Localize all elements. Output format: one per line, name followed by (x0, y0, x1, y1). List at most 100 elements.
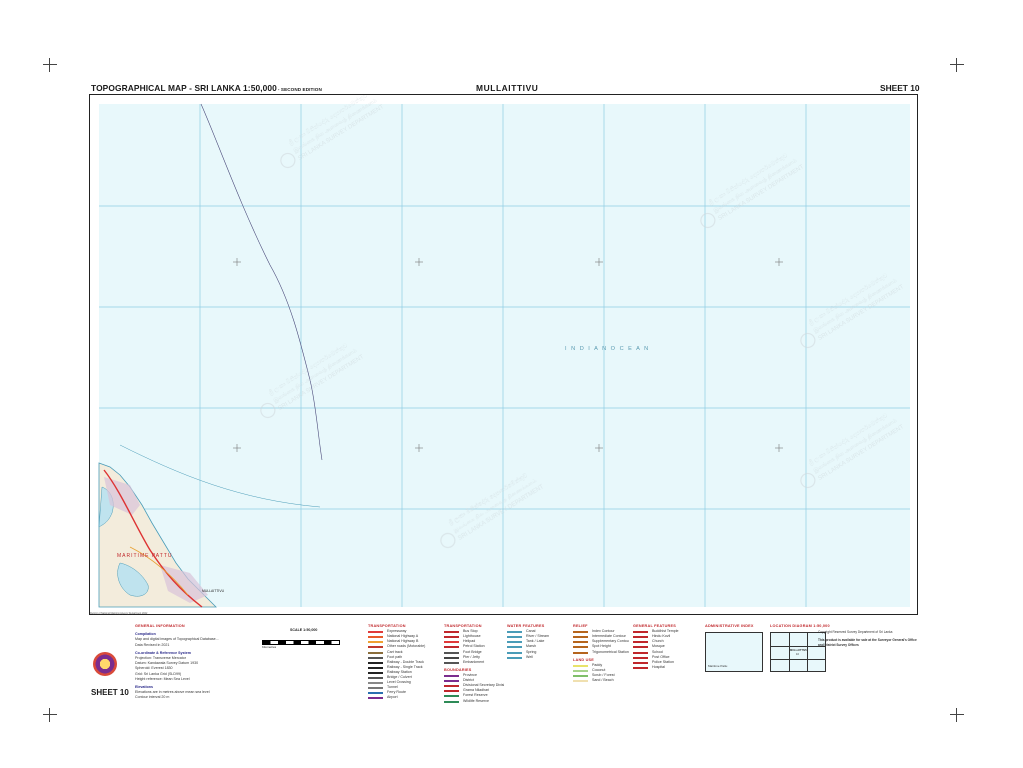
transportation-legend-symbol (444, 641, 459, 644)
water-features-legend: WATER FEATURES Canal River / Stream Tank /… (507, 624, 569, 660)
transportation-legend-label: Railway - Double Track (387, 659, 424, 664)
relief-legend-label: Trigonometrical Station (592, 649, 629, 654)
water-feature-legend-symbol (507, 641, 522, 644)
copyright-block: Copyright Reserved Survey Department of … (818, 630, 918, 647)
registration-mark-top-left (43, 58, 57, 72)
general-feature-legend-symbol (633, 651, 648, 654)
relief-legend-symbol (573, 641, 588, 644)
registration-mark-bottom-right (950, 708, 964, 722)
map-footnote: Reprint of National Mapping Agency Depar… (90, 612, 148, 615)
transportation-legend-label: Expressway (387, 629, 407, 634)
elevation-line: Contour interval 20 m (135, 695, 170, 700)
water-feature-legend-symbol (507, 636, 522, 639)
water-feature-legend-label: Tank / Lake (526, 639, 545, 644)
general-feature-legend-symbol (633, 656, 648, 659)
relief-legend-symbol (573, 646, 588, 649)
boundary-legend-symbol (444, 690, 459, 693)
place-label-maritime-pattu: MARITIME PATTU (117, 553, 172, 559)
water-feature-legend-label: Well (526, 654, 533, 659)
transportation-legend-symbol (368, 641, 383, 644)
land-use-legend-label: Coconut (592, 667, 606, 672)
sheet-name: MULLAITTIVU (476, 83, 539, 93)
boundary-legend-label: Grama Niladhari (463, 688, 490, 693)
general-information-block: GENERAL INFORMATION Compilation Map and … (135, 624, 245, 701)
transportation-legend-symbol (368, 666, 383, 669)
copyright-line: Copyright Reserved Survey Department of … (818, 630, 893, 634)
administrative-index: ADMINISTRATIVE INDEX Maritime Pattu (705, 624, 767, 673)
transportation-legend-label: National Highway A (387, 634, 419, 639)
relief-legend-symbol (573, 651, 588, 654)
water-feature-legend-item: Well (507, 655, 569, 660)
water-feature-legend-symbol (507, 656, 522, 659)
boundary-legend-label: Wildlife Reserve (463, 698, 489, 703)
transportation-legend-symbol (368, 631, 383, 634)
transportation-legend-symbol (368, 697, 383, 700)
water-feature-legend-symbol (507, 646, 522, 649)
sheet-number: SHEET 10 (880, 83, 920, 93)
general-information-title: GENERAL INFORMATION (135, 624, 185, 628)
water-feature-legend-symbol (507, 651, 522, 654)
transportation-legend-symbol (444, 651, 459, 654)
transportation-legend-item: Embankment (444, 660, 504, 665)
relief-legend-symbol (573, 636, 588, 639)
boundary-legend-symbol (444, 700, 459, 703)
administrative-index-title: ADMINISTRATIVE INDEX (705, 624, 754, 628)
boundary-legend-symbol (444, 695, 459, 698)
transportation-legend-symbol (368, 656, 383, 659)
admin-index-label: Maritime Pattu (708, 664, 728, 668)
coordinate-line: Height reference: Mean Sea Level (135, 676, 190, 681)
transportation-legend-label: Railway - Single Track (387, 664, 423, 669)
water-feature-legend-label: Spring (526, 649, 537, 654)
location-diagram-title: LOCATION DIAGRAM 1:50,000 (770, 624, 830, 628)
transportation-legend-label: Bus Stop (463, 629, 478, 634)
general-feature-legend-symbol (633, 631, 648, 634)
compilation-line: Data Revised in 2021 (135, 642, 170, 647)
general-feature-legend-symbol (633, 636, 648, 639)
place-label-mullaittivu: MULLAITTIVU (202, 589, 225, 593)
boundary-legend-label: Province (463, 673, 477, 678)
relief-legend-label: Index Contour (592, 629, 615, 634)
transportation-legend-symbol (368, 636, 383, 639)
transportation-legend-symbol (368, 687, 383, 690)
transportation-legend-label: Ferry Route (387, 690, 406, 695)
transportation-legend-label: Railway Station (387, 669, 412, 674)
transportation-legend-label: Embankment (463, 659, 485, 664)
water-feature-legend-label: Canal (526, 629, 536, 634)
relief-legend-label: Spot Height (592, 644, 611, 649)
transportation-legend-label: Tunnel (387, 685, 398, 690)
transportation-legend-symbol (368, 651, 383, 654)
water-feature-legend-label: River / Stream (526, 634, 549, 639)
boundary-legend-label: Divisional Secretary Division (463, 683, 504, 688)
transportation-legend-label: National Highway B (387, 639, 419, 644)
transportation-legend-symbol (444, 631, 459, 634)
water-feature-legend-symbol (507, 631, 522, 634)
transportation-legend-label: Foot path (387, 654, 403, 659)
transportation-legend-label: Bridge / Culvert (387, 675, 412, 680)
transportation-legend-symbol (368, 677, 383, 680)
general-feature-legend-label: Church (652, 639, 664, 644)
boundary-legend-symbol (444, 675, 459, 678)
transportation-legend-label: Pier / Jetty (463, 654, 480, 659)
general-feature-legend-label: Post Office (652, 654, 670, 659)
general-feature-legend-label: Buddhist Temple (652, 629, 679, 634)
transportation-legend: TRANSPORTATION Expressway National Highwa… (368, 624, 440, 701)
footer-sheet-number: SHEET 10 (91, 688, 129, 697)
sea-label: I N D I A N O C E A N (565, 346, 650, 352)
transportation-legend-label: Lighthouse (463, 634, 481, 639)
general-feature-legend-symbol (633, 641, 648, 644)
transportation-legend-symbol (368, 661, 383, 664)
administrative-index-diagram: Maritime Pattu (705, 632, 763, 673)
transportation-legend-label: Airport (387, 695, 398, 700)
transportation-legend-label: Level Crossing (387, 680, 411, 685)
location-diagram-sheet-number: 10 (796, 653, 799, 657)
scale-note: Kilometres (262, 645, 277, 649)
general-feature-legend-symbol (633, 646, 648, 649)
map-frame[interactable]: I N D I A N O C E A N MARITIME PATTU MUL… (89, 94, 918, 615)
general-feature-legend-label: School (652, 649, 663, 654)
transportation-legend-label: Cart track (387, 649, 403, 654)
transportation-legend-label: Other roads (Motorable) (387, 644, 426, 649)
general-feature-legend-symbol (633, 666, 648, 669)
boundary-legend-label: District (463, 678, 474, 683)
general-feature-legend-item: Hospital (633, 665, 699, 670)
transportation-legend-label: Helipad (463, 639, 476, 644)
